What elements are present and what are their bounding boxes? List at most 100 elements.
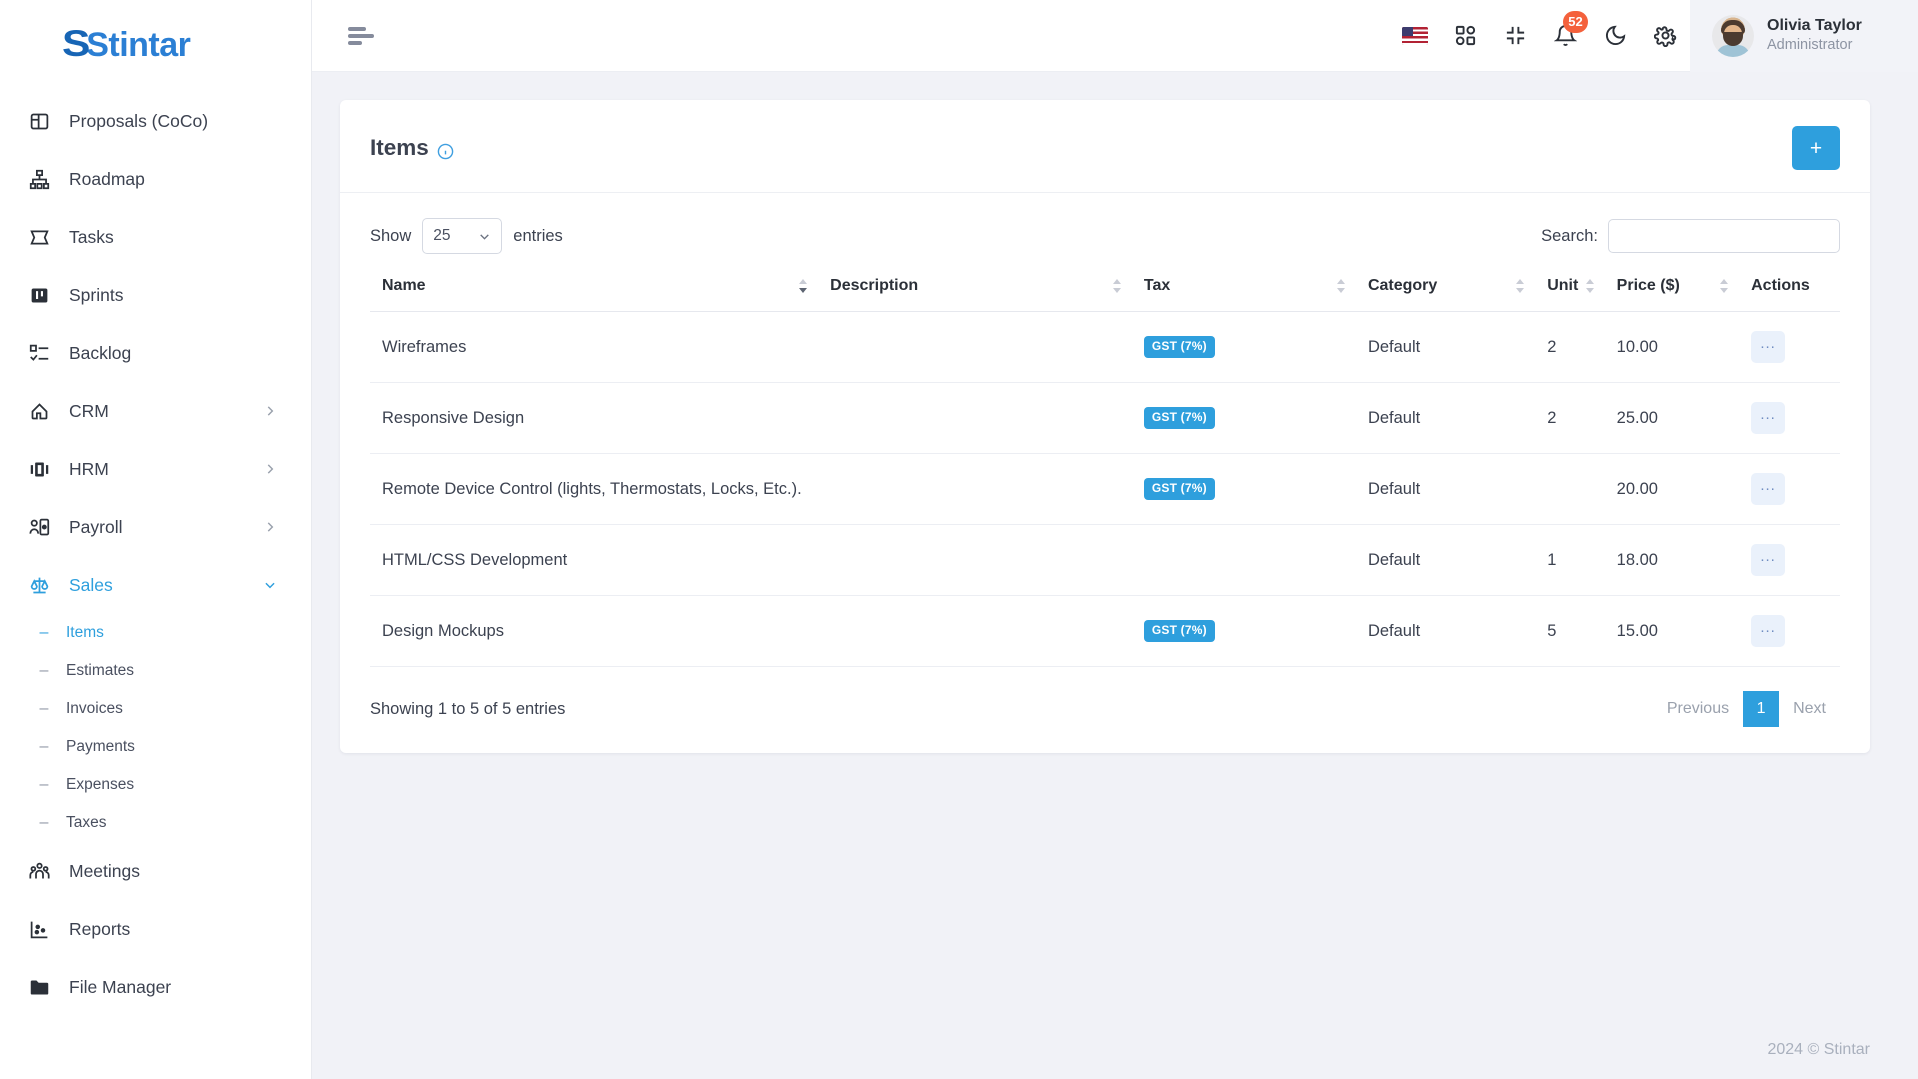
submenu-item-taxes[interactable]: – Taxes xyxy=(0,804,311,842)
column-header-price[interactable]: Price ($) xyxy=(1604,261,1740,312)
sidebar-item-label: Roadmap xyxy=(69,168,145,189)
search-input[interactable] xyxy=(1608,219,1840,253)
copyright-text: 2024 © Stintar xyxy=(1767,1041,1870,1058)
brand-logo[interactable]: SStintar xyxy=(0,0,311,88)
table-row: HTML/CSS Development Default 1 18.00 ... xyxy=(370,524,1840,596)
add-item-button[interactable]: + xyxy=(1792,126,1840,170)
sidebar-item-meetings[interactable]: Meetings xyxy=(0,842,311,900)
items-table: Name Description Tax Category Unit Price… xyxy=(370,261,1840,667)
tax-badge: GST (7%) xyxy=(1143,620,1215,642)
footer: 2024 © Stintar xyxy=(312,1021,1918,1079)
page-size-select[interactable]: 25 xyxy=(422,218,503,254)
user-menu[interactable]: Olivia Taylor Administrator xyxy=(1690,0,1918,72)
chevron-right-icon xyxy=(263,462,277,476)
submenu-item-estimates[interactable]: – Estimates xyxy=(0,652,311,690)
cell-category: Default xyxy=(1355,382,1536,454)
sidebar-item-tasks[interactable]: Tasks xyxy=(0,208,311,266)
grid-apps-icon xyxy=(1454,24,1477,47)
theme-toggle-button[interactable] xyxy=(1590,11,1640,61)
sort-arrows-icon xyxy=(1585,278,1595,294)
gear-icon xyxy=(1653,24,1677,47)
sort-arrows-icon xyxy=(1336,278,1346,294)
sort-arrows-icon xyxy=(1516,278,1525,294)
proposal-icon xyxy=(26,108,52,134)
submenu-item-invoices[interactable]: – Invoices xyxy=(0,690,311,728)
column-label: Unit xyxy=(1547,277,1579,294)
cell-unit xyxy=(1535,453,1605,525)
cell-category: Default xyxy=(1355,524,1536,596)
row-actions-button[interactable]: ... xyxy=(1751,473,1786,505)
submenu-item-label: Payments xyxy=(66,738,135,755)
cell-description xyxy=(818,524,1132,596)
sidebar-item-label: Sprints xyxy=(69,284,124,305)
settings-button[interactable] xyxy=(1640,11,1690,61)
row-actions-button[interactable]: ... xyxy=(1751,402,1786,434)
column-label: Actions xyxy=(1751,277,1810,294)
app-root: SStintar Proposals (CoCo) Roadmap Tasks … xyxy=(0,0,1918,1079)
tax-badge: GST (7%) xyxy=(1143,336,1215,358)
sidebar-item-sprints[interactable]: Sprints xyxy=(0,266,311,324)
cell-tax: GST (7%) xyxy=(1131,311,1356,383)
sidebar-item-label: Meetings xyxy=(69,860,141,881)
sidebar-item-payroll[interactable]: Payroll xyxy=(0,498,311,556)
sidebar-item-roadmap[interactable]: Roadmap xyxy=(0,150,311,208)
sidebar-item-backlog[interactable]: Backlog xyxy=(0,324,311,382)
cell-tax: GST (7%) xyxy=(1131,453,1356,525)
submenu-item-items[interactable]: – Items xyxy=(0,614,311,652)
row-actions-button[interactable]: ... xyxy=(1751,544,1786,576)
fullscreen-button[interactable] xyxy=(1490,11,1540,61)
cell-name: Wireframes xyxy=(370,311,819,383)
folder-icon xyxy=(26,974,52,1000)
tax-badge: GST (7%) xyxy=(1143,407,1215,429)
sidebar-item-file-manager[interactable]: File Manager xyxy=(0,958,311,1016)
column-header-description[interactable]: Description xyxy=(818,261,1132,312)
cell-name: HTML/CSS Development xyxy=(370,524,819,596)
sales-scales-icon xyxy=(26,572,52,598)
sidebar-item-label: Reports xyxy=(69,918,131,939)
dash-icon: – xyxy=(39,776,49,793)
sidebar-item-proposals[interactable]: Proposals (CoCo) xyxy=(0,92,311,150)
sidebar-item-sales[interactable]: Sales xyxy=(0,556,311,614)
cell-unit: 5 xyxy=(1535,595,1605,667)
table-toolbar: Show 25 entries Search: xyxy=(370,211,1840,261)
cell-name: Remote Device Control (lights, Thermosta… xyxy=(370,453,819,525)
cell-category: Default xyxy=(1355,595,1536,667)
backlog-icon xyxy=(26,340,52,366)
cell-tax xyxy=(1131,524,1356,596)
column-header-tax[interactable]: Tax xyxy=(1131,261,1356,312)
pagination-previous[interactable]: Previous xyxy=(1653,691,1743,727)
submenu-item-expenses[interactable]: – Expenses xyxy=(0,766,311,804)
column-header-unit[interactable]: Unit xyxy=(1535,261,1605,312)
column-header-name[interactable]: Name xyxy=(370,261,819,312)
cell-price: 25.00 xyxy=(1604,382,1740,454)
pagination-page-1[interactable]: 1 xyxy=(1743,691,1780,727)
cell-actions: ... xyxy=(1739,311,1840,383)
language-selector[interactable] xyxy=(1390,11,1440,61)
chevron-right-icon xyxy=(263,404,277,418)
sidebar-item-reports[interactable]: Reports xyxy=(0,900,311,958)
chevron-down-icon xyxy=(478,230,491,243)
row-actions-button[interactable]: ... xyxy=(1751,331,1786,363)
submenu-item-payments[interactable]: – Payments xyxy=(0,728,311,766)
row-actions-button[interactable]: ... xyxy=(1751,615,1786,647)
cell-name: Design Mockups xyxy=(370,595,819,667)
cell-actions: ... xyxy=(1739,453,1840,525)
sidebar-item-hrm[interactable]: HRM xyxy=(0,440,311,498)
cell-actions: ... xyxy=(1739,524,1840,596)
sidebar-item-crm[interactable]: CRM xyxy=(0,382,311,440)
table-header-row: Name Description Tax Category Unit Price… xyxy=(370,261,1840,312)
info-circle-icon[interactable] xyxy=(437,140,454,159)
cell-category: Default xyxy=(1355,311,1536,383)
pagination-next[interactable]: Next xyxy=(1779,691,1840,727)
sort-arrows-icon xyxy=(1720,278,1729,294)
column-label: Name xyxy=(382,277,426,294)
tax-badge: GST (7%) xyxy=(1143,478,1215,500)
column-header-category[interactable]: Category xyxy=(1355,261,1536,312)
dash-icon: – xyxy=(39,814,49,831)
hamburger-icon[interactable] xyxy=(348,19,382,53)
table-head: Name Description Tax Category Unit Price… xyxy=(370,261,1840,312)
cell-unit: 2 xyxy=(1535,382,1605,454)
apps-button[interactable] xyxy=(1440,11,1490,61)
topbar-right: 52 Olivia Taylor Administrator xyxy=(1390,0,1918,72)
notifications-button[interactable]: 52 xyxy=(1540,10,1590,61)
